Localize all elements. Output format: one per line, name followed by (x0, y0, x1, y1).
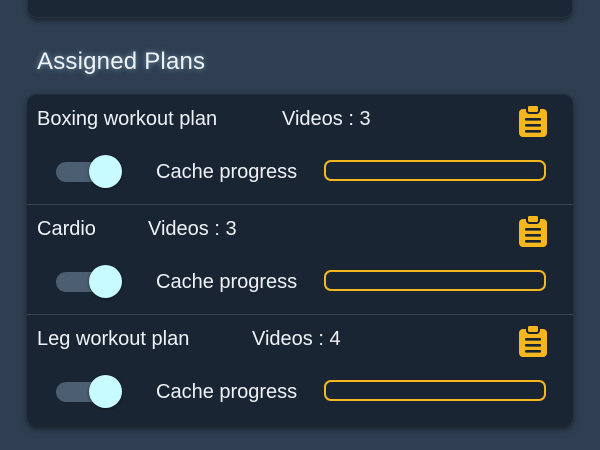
clipboard-icon[interactable] (518, 214, 548, 248)
plan-row: Boxing workout plan Videos : 3 Cache pro… (27, 94, 573, 204)
clipboard-icon[interactable] (518, 324, 548, 358)
toggle-thumb (89, 375, 122, 408)
plan-name: Boxing workout plan (37, 108, 218, 130)
cache-progress-label: Cache progress (156, 161, 298, 183)
cache-progress-label: Cache progress (156, 271, 298, 293)
plan-videos-count: Videos : 3 (148, 218, 237, 240)
cache-progress-bar (324, 270, 546, 291)
cache-toggle[interactable] (56, 374, 122, 408)
plan-name: Leg workout plan (37, 328, 190, 350)
plan-videos-count: Videos : 3 (282, 108, 371, 130)
toggle-thumb (89, 155, 122, 188)
clipboard-icon[interactable] (518, 104, 548, 138)
cache-toggle[interactable] (56, 264, 122, 298)
previous-card (28, 0, 572, 18)
cache-toggle[interactable] (56, 154, 122, 188)
plan-row: Cardio Videos : 3 Cache progress (27, 204, 573, 314)
plan-row: Leg workout plan Videos : 4 Cache progre… (27, 314, 573, 424)
plan-name: Cardio (37, 218, 96, 240)
cache-progress-label: Cache progress (156, 381, 298, 403)
assigned-plans-card: Boxing workout plan Videos : 3 Cache pro… (27, 94, 573, 426)
cache-progress-bar (324, 380, 546, 401)
page: Assigned Plans Boxing workout plan Video… (0, 0, 600, 450)
plan-videos-count: Videos : 4 (252, 328, 341, 350)
toggle-thumb (89, 265, 122, 298)
cache-progress-bar (324, 160, 546, 181)
section-title: Assigned Plans (37, 48, 206, 75)
